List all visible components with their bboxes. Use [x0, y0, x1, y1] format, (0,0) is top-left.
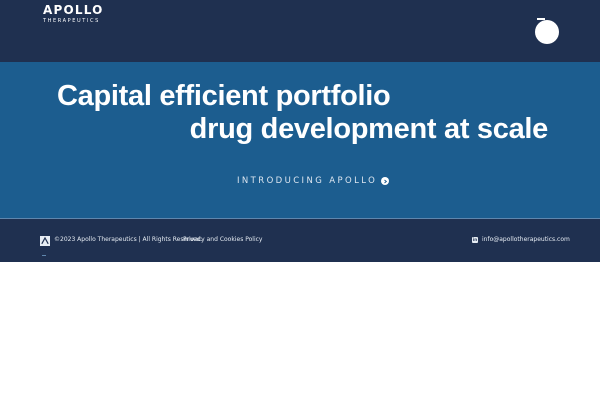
introducing-apollo-link[interactable]: INTRODUCING APOLLO [237, 176, 390, 186]
privacy-cookies-policy-link[interactable]: Privacy and Cookies Policy [183, 236, 262, 244]
footer-contact: in info@apollotherapeutics.com [472, 236, 570, 244]
hero-section: Capital efficient portfolio drug develop… [0, 62, 600, 218]
logo-main-text: APOLLO [43, 3, 104, 17]
linkedin-icon[interactable]: in [472, 237, 478, 243]
hero-headline-line-1: Capital efficient portfolio [57, 80, 391, 112]
email-link[interactable]: info@apollotherapeutics.com [482, 236, 570, 244]
site-header: APOLLO THERAPEUTICS [0, 0, 600, 62]
chevron-right-circle-icon [381, 177, 390, 185]
menu-button[interactable] [535, 20, 559, 44]
logo-sub-text: THERAPEUTICS [43, 18, 100, 24]
apollo-logo-link[interactable]: APOLLO THERAPEUTICS [43, 3, 104, 24]
site-footer: ©2023 Apollo Therapeutics | All Rights R… [0, 219, 600, 262]
introducing-apollo-label: INTRODUCING APOLLO [237, 176, 378, 186]
apollo-mark-icon [40, 236, 50, 246]
footer-decorative-mark [42, 255, 46, 256]
hero-headline-line-2: drug development at scale [189, 113, 549, 145]
copyright-text: ©2023 Apollo Therapeutics | All Rights R… [54, 236, 203, 243]
